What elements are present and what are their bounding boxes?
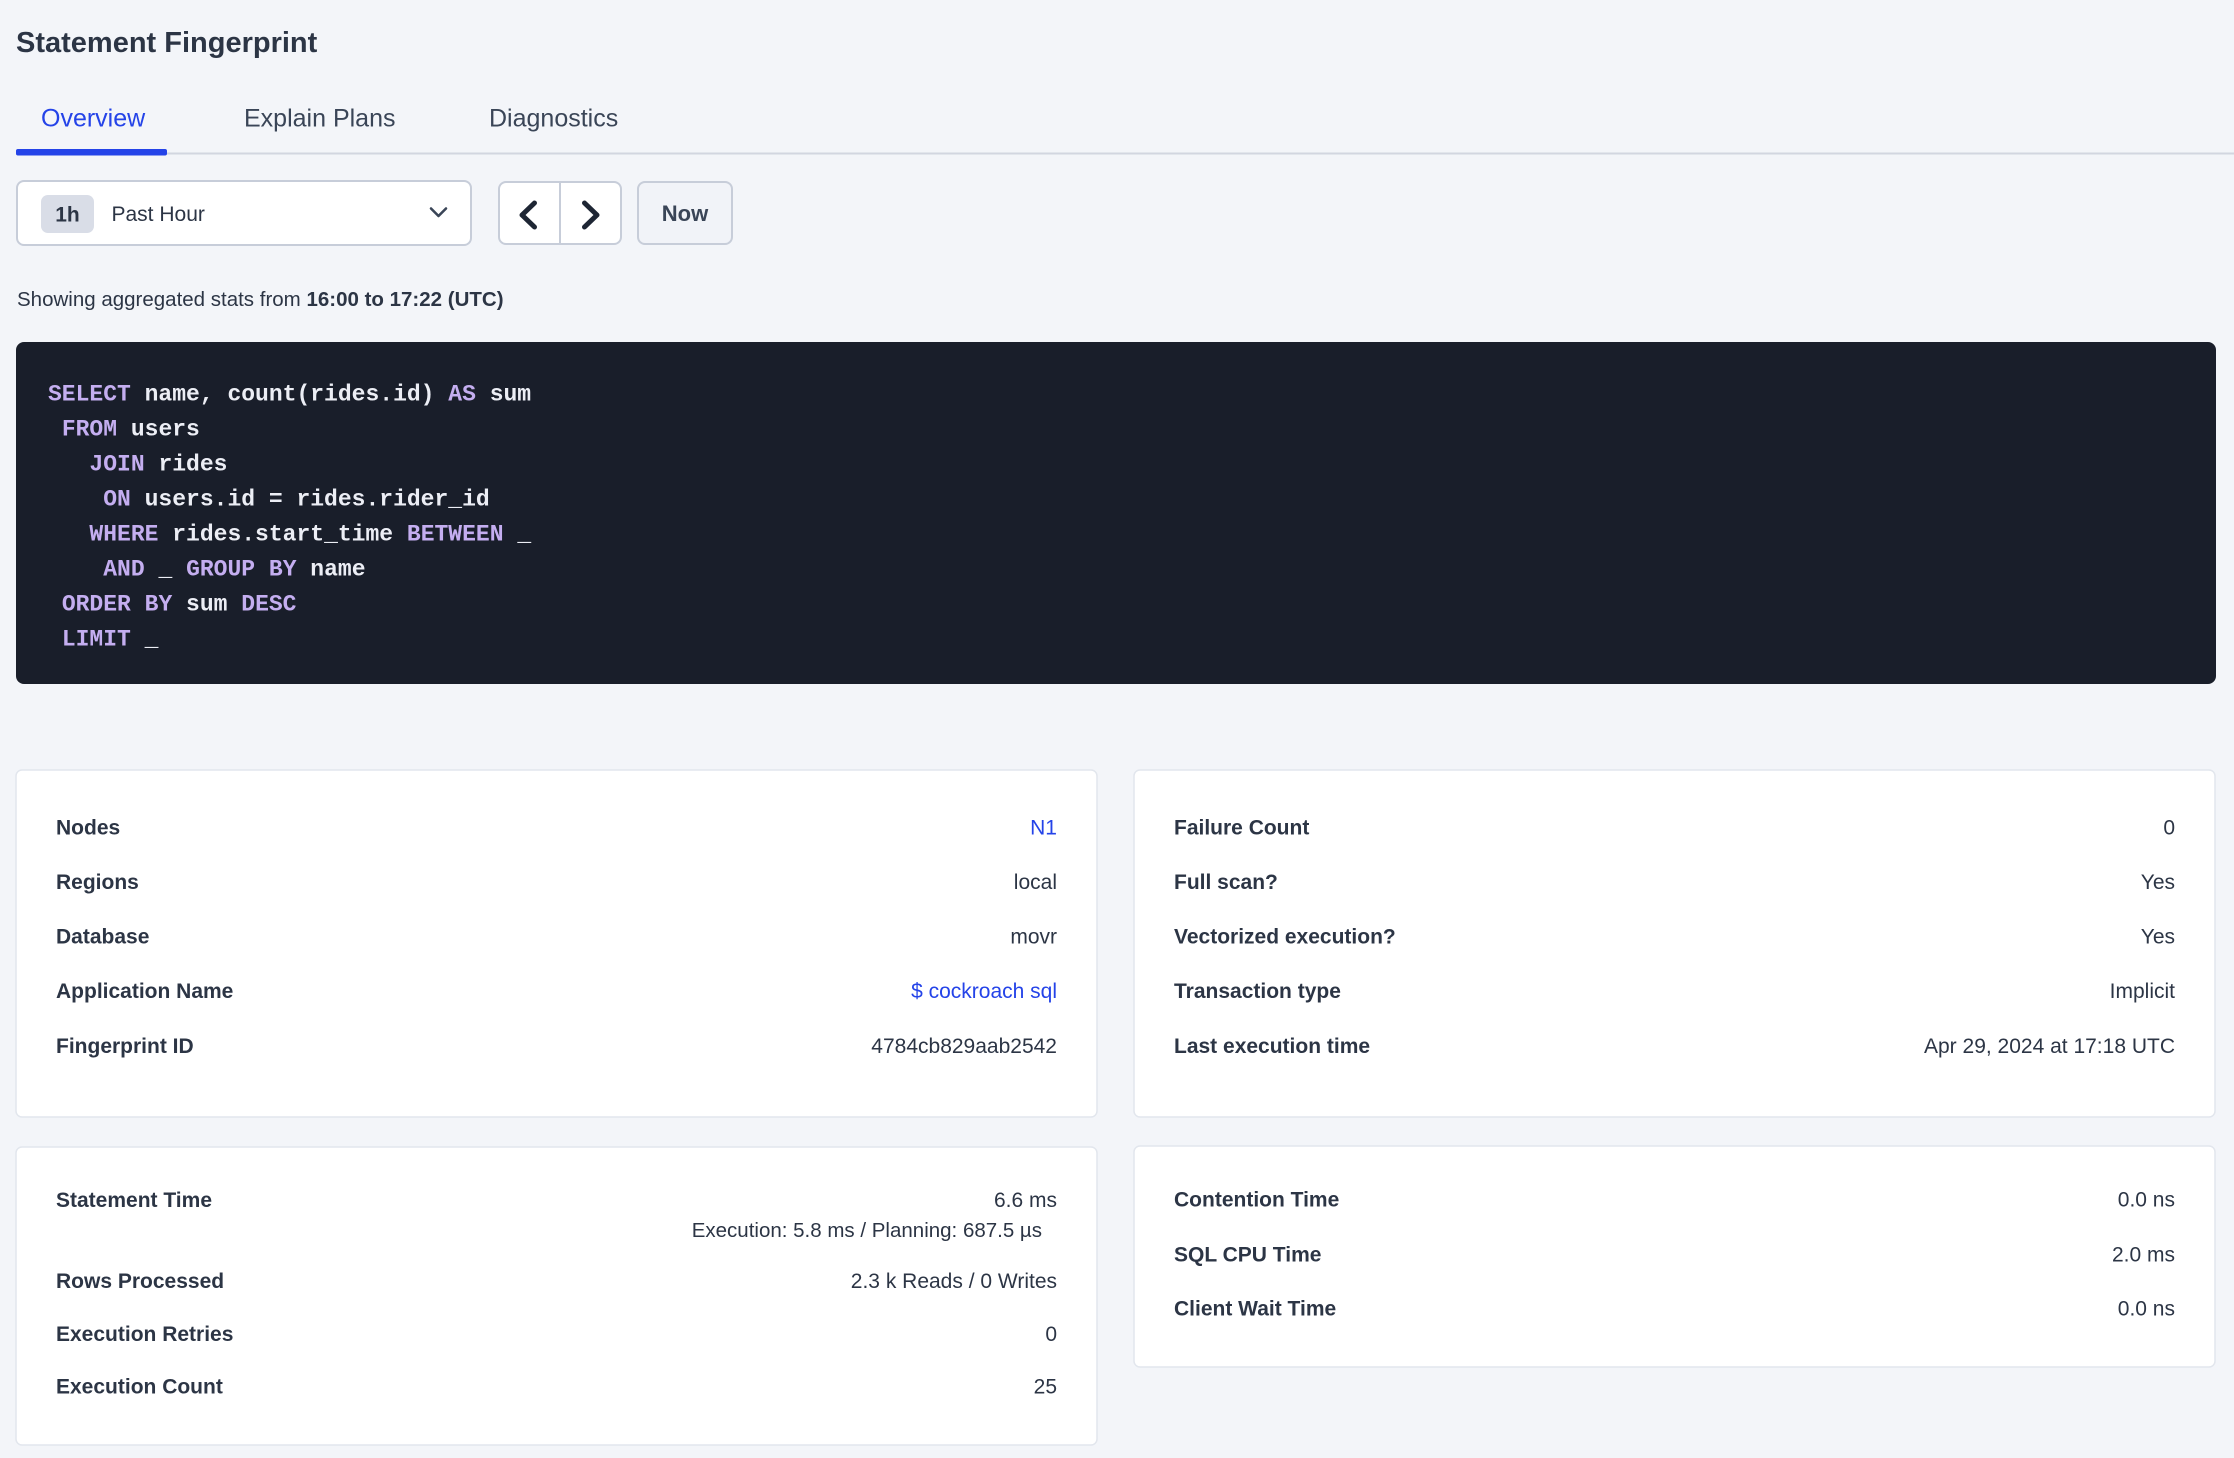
svg-text:0.0 ns: 0.0 ns <box>2118 1189 2175 1212</box>
svg-text:Now: Now <box>662 201 709 226</box>
svg-text:Explain Plans: Explain Plans <box>244 105 395 133</box>
svg-text:Client Wait Time: Client Wait Time <box>1174 1298 1336 1321</box>
svg-text:2.0 ms: 2.0 ms <box>2112 1243 2175 1266</box>
svg-text:N1: N1 <box>1030 817 1057 840</box>
svg-text:Regions: Regions <box>56 871 139 894</box>
svg-text:ORDER BY sum DESC: ORDER BY sum DESC <box>48 592 297 618</box>
svg-text:Full scan?: Full scan? <box>1174 871 1278 894</box>
svg-text:movr: movr <box>1010 926 1057 949</box>
svg-text:SELECT name, count(rides.id) A: SELECT name, count(rides.id) AS sum <box>48 382 531 408</box>
svg-text:Failure Count: Failure Count <box>1174 817 1309 840</box>
svg-text:LIMIT _: LIMIT _ <box>48 627 159 653</box>
svg-text:Fingerprint ID: Fingerprint ID <box>56 1035 194 1058</box>
svg-text:Showing aggregated stats from: Showing aggregated stats from 16:00 to 1… <box>17 288 504 311</box>
svg-text:Execution Retries: Execution Retries <box>56 1323 233 1346</box>
svg-text:0: 0 <box>1045 1323 1057 1346</box>
svg-text:6.6 ms: 6.6 ms <box>994 1189 1057 1212</box>
svg-text:Last execution time: Last execution time <box>1174 1035 1370 1058</box>
svg-text:25: 25 <box>1034 1376 1057 1399</box>
svg-text:JOIN rides: JOIN rides <box>48 452 227 478</box>
svg-text:WHERE rides.start_time BETWEEN: WHERE rides.start_time BETWEEN _ <box>48 522 531 548</box>
svg-text:Transaction type: Transaction type <box>1174 980 1341 1003</box>
svg-text:SQL CPU Time: SQL CPU Time <box>1174 1243 1321 1266</box>
svg-text:Database: Database <box>56 926 149 949</box>
svg-text:Past Hour: Past Hour <box>112 203 205 226</box>
svg-text:0: 0 <box>2163 817 2175 840</box>
svg-text:0.0 ns: 0.0 ns <box>2118 1298 2175 1321</box>
svg-text:ON users.id = rides.rider_id: ON users.id = rides.rider_id <box>48 487 490 513</box>
svg-text:Implicit: Implicit <box>2110 980 2176 1003</box>
svg-text:Statement Fingerprint: Statement Fingerprint <box>16 27 318 59</box>
svg-text:Vectorized execution?: Vectorized execution? <box>1174 926 1396 949</box>
svg-text:Application Name: Application Name <box>56 980 233 1003</box>
svg-text:FROM users: FROM users <box>48 417 200 443</box>
svg-text:AND _ GROUP BY name: AND _ GROUP BY name <box>48 557 366 583</box>
svg-text:Execution: 5.8 ms / Planning:: Execution: 5.8 ms / Planning: 687.5 µs <box>692 1219 1042 1242</box>
svg-text:Apr 29, 2024 at 17:18 UTC: Apr 29, 2024 at 17:18 UTC <box>1924 1035 2175 1058</box>
svg-text:Nodes: Nodes <box>56 817 120 840</box>
svg-text:Yes: Yes <box>2141 926 2175 949</box>
svg-text:Contention Time: Contention Time <box>1174 1189 1339 1212</box>
svg-text:local: local <box>1014 871 1057 894</box>
svg-text:1h: 1h <box>55 204 80 227</box>
svg-text:Statement Time: Statement Time <box>56 1189 212 1212</box>
svg-text:Diagnostics: Diagnostics <box>489 105 618 133</box>
svg-text:$ cockroach sql: $ cockroach sql <box>911 980 1057 1003</box>
svg-text:Yes: Yes <box>2141 871 2175 894</box>
svg-text:Execution Count: Execution Count <box>56 1376 223 1399</box>
svg-text:4784cb829aab2542: 4784cb829aab2542 <box>871 1035 1057 1058</box>
svg-text:Overview: Overview <box>41 105 146 133</box>
svg-text:Rows Processed: Rows Processed <box>56 1270 224 1293</box>
svg-text:2.3 k Reads / 0 Writes: 2.3 k Reads / 0 Writes <box>851 1270 1057 1293</box>
